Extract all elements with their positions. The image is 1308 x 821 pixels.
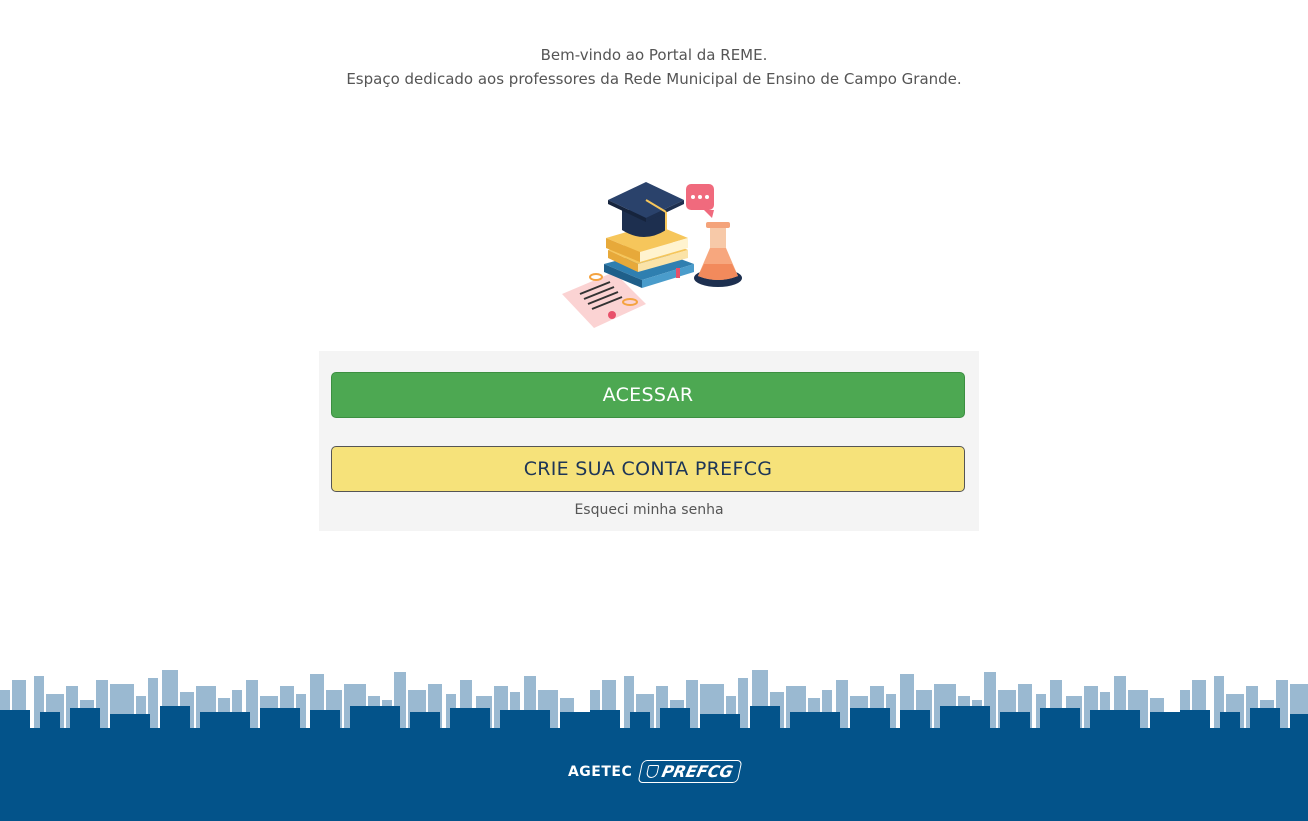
graduation-cap-icon <box>608 182 684 237</box>
access-button[interactable]: ACESSAR <box>331 372 965 418</box>
flask-icon <box>694 222 742 287</box>
education-illustration <box>562 182 742 328</box>
login-page: Bem-vindo ao Portal da REME. Espaço dedi… <box>0 0 1308 821</box>
create-account-button[interactable]: CRIE SUA CONTA PREFCG <box>331 446 965 492</box>
chat-bubble-icon <box>686 184 714 218</box>
footer-logos: AGETEC PREFCG <box>0 760 1308 783</box>
welcome-message: Bem-vindo ao Portal da REME. Espaço dedi… <box>0 43 1308 91</box>
prefcg-logo: PREFCG <box>637 760 743 783</box>
prefcg-logo-text: PREFCG <box>660 762 736 781</box>
city-shield-icon <box>645 765 660 778</box>
welcome-line-1: Bem-vindo ao Portal da REME. <box>540 46 768 64</box>
welcome-line-2: Espaço dedicado aos professores da Rede … <box>346 70 962 88</box>
login-card: ACESSAR CRIE SUA CONTA PREFCG Esqueci mi… <box>319 351 979 531</box>
forgot-password-link[interactable]: Esqueci minha senha <box>319 502 979 518</box>
city-skyline-illustration <box>0 670 1308 735</box>
agetec-logo: AGETEC <box>567 763 633 780</box>
